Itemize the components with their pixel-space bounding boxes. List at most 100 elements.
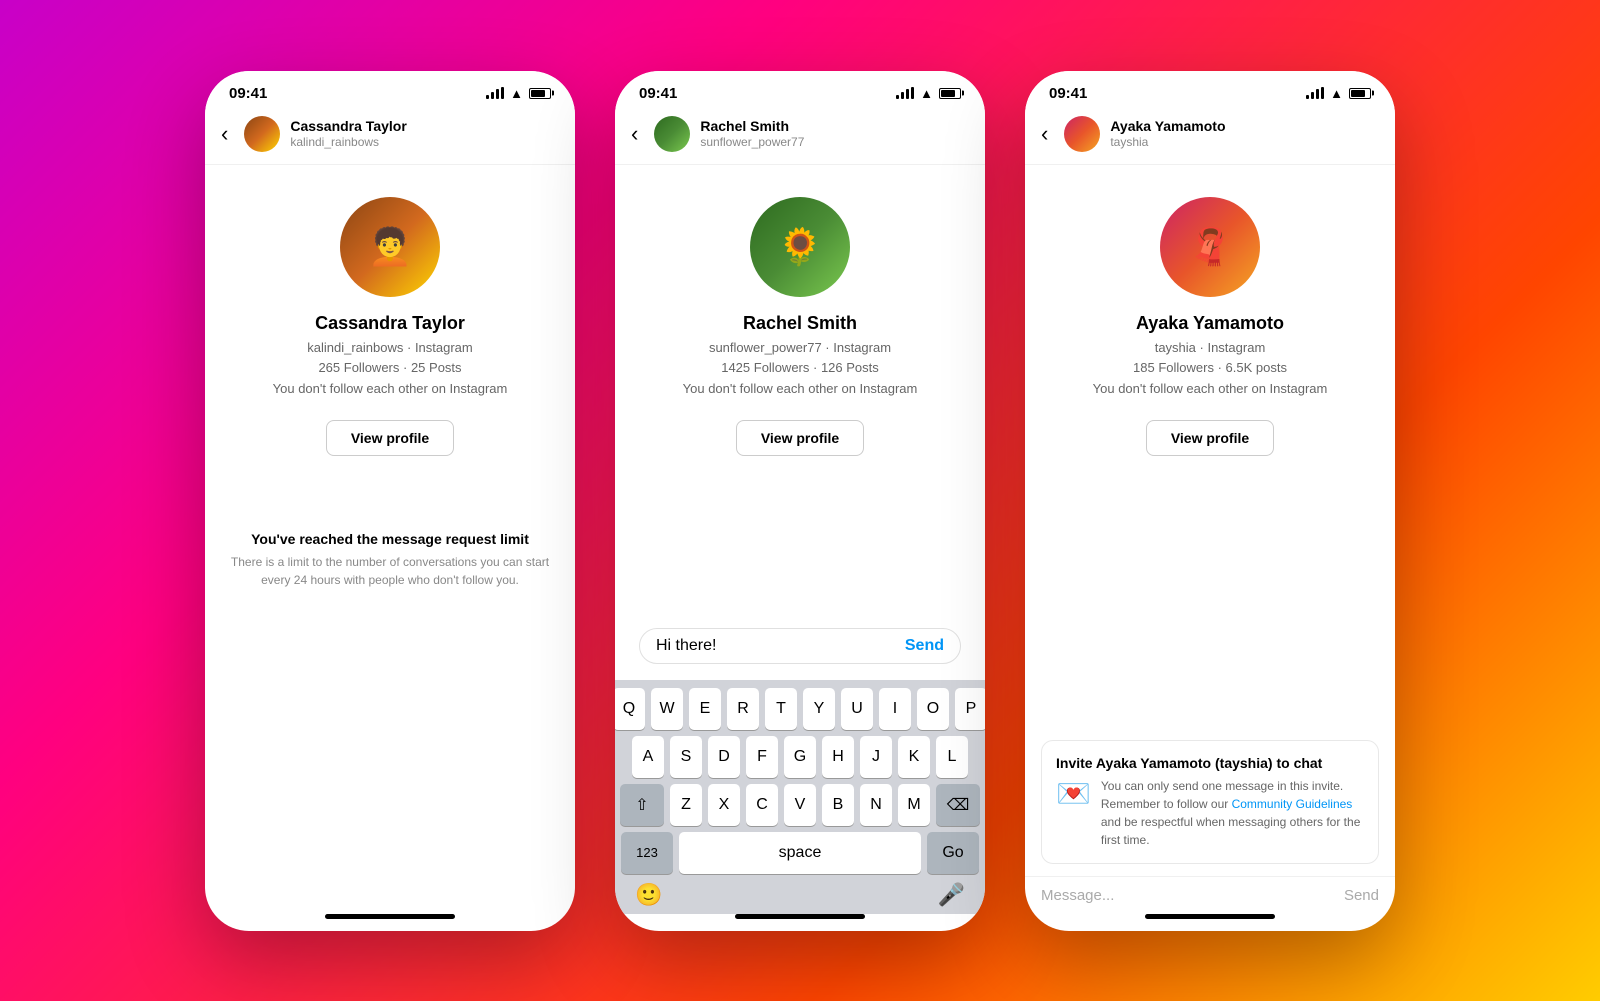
key-go[interactable]: Go <box>927 832 979 874</box>
key-v[interactable]: V <box>784 784 816 826</box>
profile-meta-1: kalindi_rainbows · Instagram 265 Followe… <box>273 338 508 400</box>
back-button-3[interactable]: ‹ <box>1041 121 1054 147</box>
key-j[interactable]: J <box>860 736 892 778</box>
key-i[interactable]: I <box>879 688 911 730</box>
send-button-2[interactable]: Send <box>905 637 944 655</box>
phone-ayaka: 09:41 ▲ ‹ Ayaka Yamamoto tayshia 🧣 Ayaka… <box>1025 71 1395 931</box>
invite-section: Invite Ayaka Yamamoto (tayshia) to chat … <box>1041 740 1379 864</box>
header-name-1: Cassandra Taylor <box>290 118 559 135</box>
battery-icon-2 <box>939 88 961 99</box>
message-placeholder-3[interactable]: Message... <box>1041 887 1334 904</box>
mic-icon[interactable]: 🎤 <box>938 882 965 908</box>
profile-section-1: 🧑‍🦱 Cassandra Taylor kalindi_rainbows · … <box>205 165 575 512</box>
key-x[interactable]: X <box>708 784 740 826</box>
key-s[interactable]: S <box>670 736 702 778</box>
key-k[interactable]: K <box>898 736 930 778</box>
key-d[interactable]: D <box>708 736 740 778</box>
phone-cassandra: 09:41 ▲ ‹ Cassandra Taylor kalindi_rainb… <box>205 71 575 931</box>
back-button-2[interactable]: ‹ <box>631 121 644 147</box>
key-p[interactable]: P <box>955 688 985 730</box>
key-e[interactable]: E <box>689 688 721 730</box>
profile-section-3: 🧣 Ayaka Yamamoto tayshia · Instagram 185… <box>1025 165 1395 476</box>
send-button-3[interactable]: Send <box>1344 887 1379 904</box>
profile-section-2: 🌻 Rachel Smith sunflower_power77 · Insta… <box>615 165 985 466</box>
battery-icon <box>529 88 551 99</box>
profile-avatar-2: 🌻 <box>750 197 850 297</box>
keyboard-row-1: Q W E R T Y U I O P <box>621 688 979 730</box>
view-profile-button-3[interactable]: View profile <box>1146 420 1274 456</box>
header-avatar-2 <box>654 116 690 152</box>
message-limit-section: You've reached the message request limit… <box>205 511 575 619</box>
home-indicator-2 <box>735 914 865 919</box>
header-info-2: Rachel Smith sunflower_power77 <box>700 118 969 149</box>
status-icons-1: ▲ <box>486 86 551 101</box>
profile-avatar-img-1: 🧑‍🦱 <box>340 197 440 297</box>
key-r[interactable]: R <box>727 688 759 730</box>
profile-name-3: Ayaka Yamamoto <box>1136 313 1284 334</box>
phone-rachel: 09:41 ▲ ‹ Rachel Smith sunflower_power77… <box>615 71 985 931</box>
header-username-3: tayshia <box>1110 135 1379 149</box>
status-time-3: 09:41 <box>1049 85 1087 102</box>
status-bar-2: 09:41 ▲ <box>615 71 985 108</box>
key-b[interactable]: B <box>822 784 854 826</box>
header-info-3: Ayaka Yamamoto tayshia <box>1110 118 1379 149</box>
key-h[interactable]: H <box>822 736 854 778</box>
status-time-2: 09:41 <box>639 85 677 102</box>
keyboard: Q W E R T Y U I O P A S D F G H J K <box>615 680 985 914</box>
keyboard-row-2: A S D F G H J K L <box>621 736 979 778</box>
profile-name-2: Rachel Smith <box>743 313 857 334</box>
key-q[interactable]: Q <box>615 688 645 730</box>
emoji-icon[interactable]: 🙂 <box>635 882 662 908</box>
profile-meta-3: tayshia · Instagram 185 Followers · 6.5K… <box>1093 338 1328 400</box>
status-bar-3: 09:41 ▲ <box>1025 71 1395 108</box>
key-o[interactable]: O <box>917 688 949 730</box>
signal-bars-icon-3 <box>1306 87 1324 99</box>
key-backspace[interactable]: ⌫ <box>936 784 980 826</box>
key-shift[interactable]: ⇧ <box>620 784 664 826</box>
home-indicator-3 <box>1145 914 1275 919</box>
signal-bars-icon-2 <box>896 87 914 99</box>
view-profile-button-2[interactable]: View profile <box>736 420 864 456</box>
message-input-area: Hi there! Send <box>615 620 985 680</box>
community-guidelines-link[interactable]: Community Guidelines <box>1232 797 1353 811</box>
keyboard-rows: Q W E R T Y U I O P A S D F G H J K <box>619 688 981 874</box>
keyboard-row-3: ⇧ Z X C V B N M ⌫ <box>621 784 979 826</box>
keyboard-row-4: 123 space Go <box>621 832 979 874</box>
key-y[interactable]: Y <box>803 688 835 730</box>
key-n[interactable]: N <box>860 784 892 826</box>
key-123[interactable]: 123 <box>621 832 673 874</box>
key-g[interactable]: G <box>784 736 816 778</box>
key-u[interactable]: U <box>841 688 873 730</box>
header-name-2: Rachel Smith <box>700 118 969 135</box>
header-username-2: sunflower_power77 <box>700 135 969 149</box>
key-z[interactable]: Z <box>670 784 702 826</box>
key-f[interactable]: F <box>746 736 778 778</box>
keyboard-bottom-bar: 🙂 🎤 <box>619 874 981 914</box>
signal-bar-3 <box>496 89 499 99</box>
profile-avatar-3: 🧣 <box>1160 197 1260 297</box>
key-a[interactable]: A <box>632 736 664 778</box>
wifi-icon-3: ▲ <box>1330 86 1343 101</box>
signal-bar-2 <box>491 92 494 99</box>
back-button-1[interactable]: ‹ <box>221 121 234 147</box>
message-input-bar[interactable]: Hi there! Send <box>639 628 961 664</box>
invite-title: Invite Ayaka Yamamoto (tayshia) to chat <box>1056 755 1364 771</box>
message-limit-title: You've reached the message request limit <box>229 531 551 547</box>
key-w[interactable]: W <box>651 688 683 730</box>
bottom-message-bar: Message... Send <box>1025 876 1395 914</box>
profile-meta-2: sunflower_power77 · Instagram 1425 Follo… <box>683 338 918 400</box>
header-username-1: kalindi_rainbows <box>290 135 559 149</box>
chat-header-1: ‹ Cassandra Taylor kalindi_rainbows <box>205 108 575 165</box>
view-profile-button-1[interactable]: View profile <box>326 420 454 456</box>
key-c[interactable]: C <box>746 784 778 826</box>
message-limit-text: There is a limit to the number of conver… <box>229 553 551 589</box>
key-l[interactable]: L <box>936 736 968 778</box>
signal-bar-1 <box>486 95 489 99</box>
home-indicator-1 <box>325 914 455 919</box>
key-space[interactable]: space <box>679 832 921 874</box>
message-input-text[interactable]: Hi there! <box>656 637 897 655</box>
key-t[interactable]: T <box>765 688 797 730</box>
wifi-icon-2: ▲ <box>920 86 933 101</box>
header-name-3: Ayaka Yamamoto <box>1110 118 1379 135</box>
key-m[interactable]: M <box>898 784 930 826</box>
